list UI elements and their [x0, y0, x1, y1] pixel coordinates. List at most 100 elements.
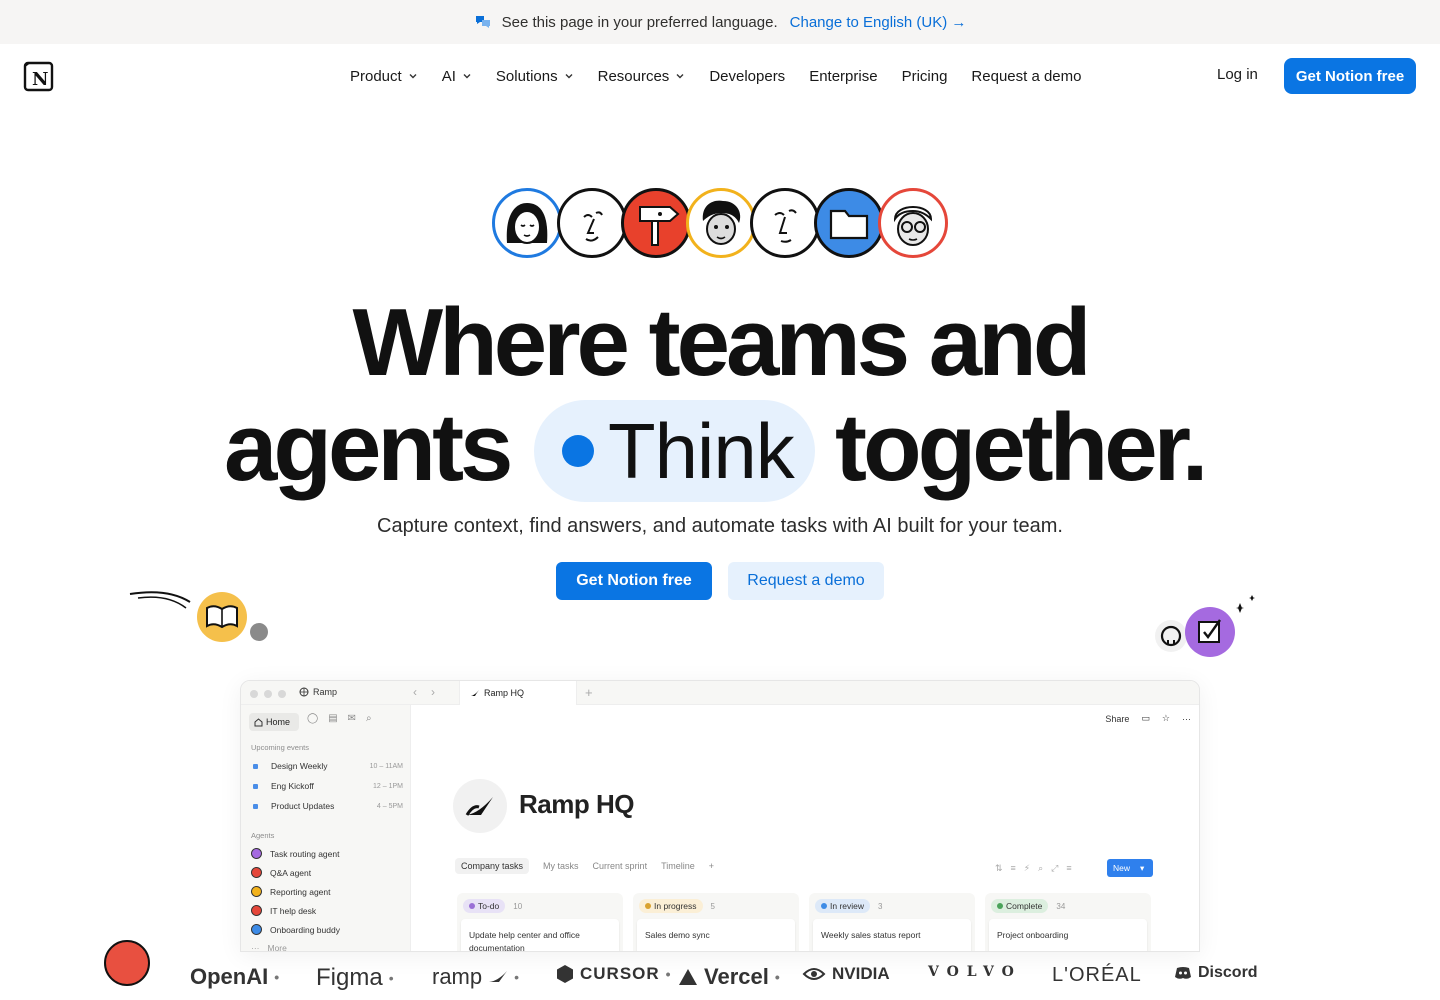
top-nav: N Product AI Solutions Resources Develop… — [0, 44, 1440, 108]
blue-dot-icon — [562, 435, 594, 467]
view-my-tasks[interactable]: My tasks — [543, 861, 579, 871]
column-count: 34 — [1056, 901, 1066, 911]
window-dot-icon — [250, 690, 258, 698]
page-icon[interactable] — [453, 779, 507, 833]
nav-resources-label: Resources — [597, 67, 670, 85]
nav-ai-label: AI — [441, 67, 456, 85]
login-link[interactable]: Log in — [1217, 66, 1258, 83]
workspace-name: Ramp — [313, 687, 338, 697]
new-tab-icon[interactable]: + — [585, 685, 593, 700]
sidebar-home[interactable]: Home — [249, 713, 299, 731]
share-button[interactable]: Share — [1105, 714, 1129, 724]
agent-name: Reporting agent — [270, 886, 331, 897]
notion-logo-icon[interactable]: N — [23, 60, 55, 92]
status-dot-icon — [821, 903, 827, 909]
cursor-logo-icon — [557, 965, 573, 983]
search-icon[interactable]: ⌕ — [366, 713, 372, 724]
logo-cursor: CURSOR • — [556, 964, 672, 984]
back-forward-icon[interactable]: ‹› — [413, 685, 449, 699]
view-timeline[interactable]: Timeline — [661, 861, 695, 871]
logo-text: Figma — [316, 964, 383, 991]
github-icon — [1155, 620, 1187, 652]
tab-title: Ramp HQ — [484, 688, 525, 698]
sparkle-icon — [1236, 595, 1255, 613]
database-tools[interactable]: ⇅≡⚡⌕⤢≡ — [995, 863, 1080, 874]
language-banner: See this page in your preferred language… — [0, 0, 1440, 44]
nav-solutions[interactable]: Solutions — [496, 68, 574, 85]
event-marker-icon — [253, 763, 258, 769]
agent-item-more[interactable]: ··· More — [251, 943, 287, 952]
separator-dot: • — [274, 969, 280, 985]
agent-item[interactable]: Task routing agent — [251, 848, 339, 859]
agent-avatar-icon — [251, 848, 262, 859]
add-view-icon[interactable]: + — [709, 861, 714, 871]
nav-request-demo[interactable]: Request a demo — [971, 68, 1081, 85]
agent-name: More — [267, 943, 287, 952]
logo-text: Discord — [1198, 964, 1258, 981]
view-current-sprint[interactable]: Current sprint — [593, 861, 648, 871]
column-count: 10 — [513, 901, 523, 911]
star-icon[interactable]: ☆ — [1162, 713, 1170, 724]
banner-text: See this page in your preferred language… — [501, 13, 778, 31]
agent-avatar-icon — [251, 905, 262, 916]
agent-name: Task routing agent — [270, 848, 340, 859]
get-notion-free-button[interactable]: Get Notion free — [556, 562, 712, 600]
change-language-link[interactable]: Change to English (UK) → — [790, 14, 967, 31]
nav-developers[interactable]: Developers — [709, 68, 785, 85]
nav-enterprise[interactable]: Enterprise — [809, 68, 877, 85]
task-card[interactable]: Sales demo sync — [637, 919, 795, 951]
chevron-down-icon — [565, 74, 573, 79]
more-icon[interactable]: ··· — [1182, 714, 1191, 724]
hero-think-pill: Think — [534, 400, 815, 502]
more-dots-icon: ··· — [251, 943, 260, 952]
inbox-icon[interactable]: ✉ — [348, 713, 356, 724]
task-card[interactable]: Weekly sales status report — [813, 919, 971, 951]
event-item[interactable]: Design Weekly 10 – 11AM — [253, 761, 403, 771]
status-badge: Complete — [991, 899, 1049, 913]
nav-product[interactable]: Product — [350, 68, 418, 85]
avatar-signpost-icon — [621, 188, 691, 258]
board-column-in-progress: In progress 5 Sales demo sync — [633, 893, 799, 951]
event-marker-icon — [253, 783, 258, 789]
request-demo-button[interactable]: Request a demo — [728, 562, 884, 600]
agent-item[interactable]: Reporting agent — [251, 886, 331, 897]
event-name: Product Updates — [271, 801, 335, 811]
hero-word-think: Think — [608, 406, 795, 495]
page-title: Ramp HQ — [519, 789, 634, 819]
calendar-icon[interactable]: ▤ — [328, 713, 337, 724]
logo-text: ramp — [432, 964, 483, 989]
logo-nvidia: NVIDIA — [802, 964, 890, 984]
new-button[interactable]: New ▾ — [1107, 859, 1153, 877]
sidebar-home-label: Home — [266, 717, 291, 727]
task-card[interactable]: Update help center and office documentat… — [461, 919, 619, 951]
nav-ai[interactable]: AI — [442, 68, 472, 85]
logo-ramp: ramp • — [432, 964, 519, 990]
page-actions: Share ▭ ☆ ··· — [1105, 713, 1191, 724]
tab-ramp-hq[interactable]: Ramp HQ — [459, 681, 577, 705]
svg-text:N: N — [32, 69, 48, 90]
chat-icon[interactable]: ◯ — [307, 713, 318, 724]
comment-icon[interactable]: ▭ — [1141, 713, 1150, 724]
avatar-folder-icon — [814, 188, 884, 258]
event-item[interactable]: Product Updates 4 – 5PM — [253, 801, 403, 811]
new-button-label: New — [1113, 863, 1131, 873]
workspace-switcher[interactable]: Ramp — [299, 687, 337, 697]
agent-item[interactable]: IT help desk — [251, 905, 316, 916]
view-company-tasks[interactable]: Company tasks — [455, 858, 530, 874]
logo-loreal: L'ORÉAL — [1052, 964, 1142, 986]
status-label: Complete — [1006, 901, 1043, 911]
nav-pricing[interactable]: Pricing — [902, 68, 948, 85]
status-dot-icon — [645, 903, 651, 909]
agent-item[interactable]: Q&A agent — [251, 867, 311, 878]
logo-discord: Discord — [1174, 964, 1258, 982]
agent-item[interactable]: Onboarding buddy — [251, 924, 340, 935]
logo-text: CURSOR — [580, 964, 660, 983]
logo-figma: Figma • — [316, 964, 394, 992]
status-badge: To-do — [463, 899, 506, 913]
event-item[interactable]: Eng Kickoff 12 – 1PM — [253, 781, 403, 791]
task-card[interactable]: Project onboarding — [989, 919, 1147, 951]
get-notion-free-nav-button[interactable]: Get Notion free — [1284, 58, 1416, 94]
agents-label: Agents — [251, 831, 275, 840]
nav-resources[interactable]: Resources — [598, 68, 686, 85]
agent-avatar-icon — [251, 867, 262, 878]
